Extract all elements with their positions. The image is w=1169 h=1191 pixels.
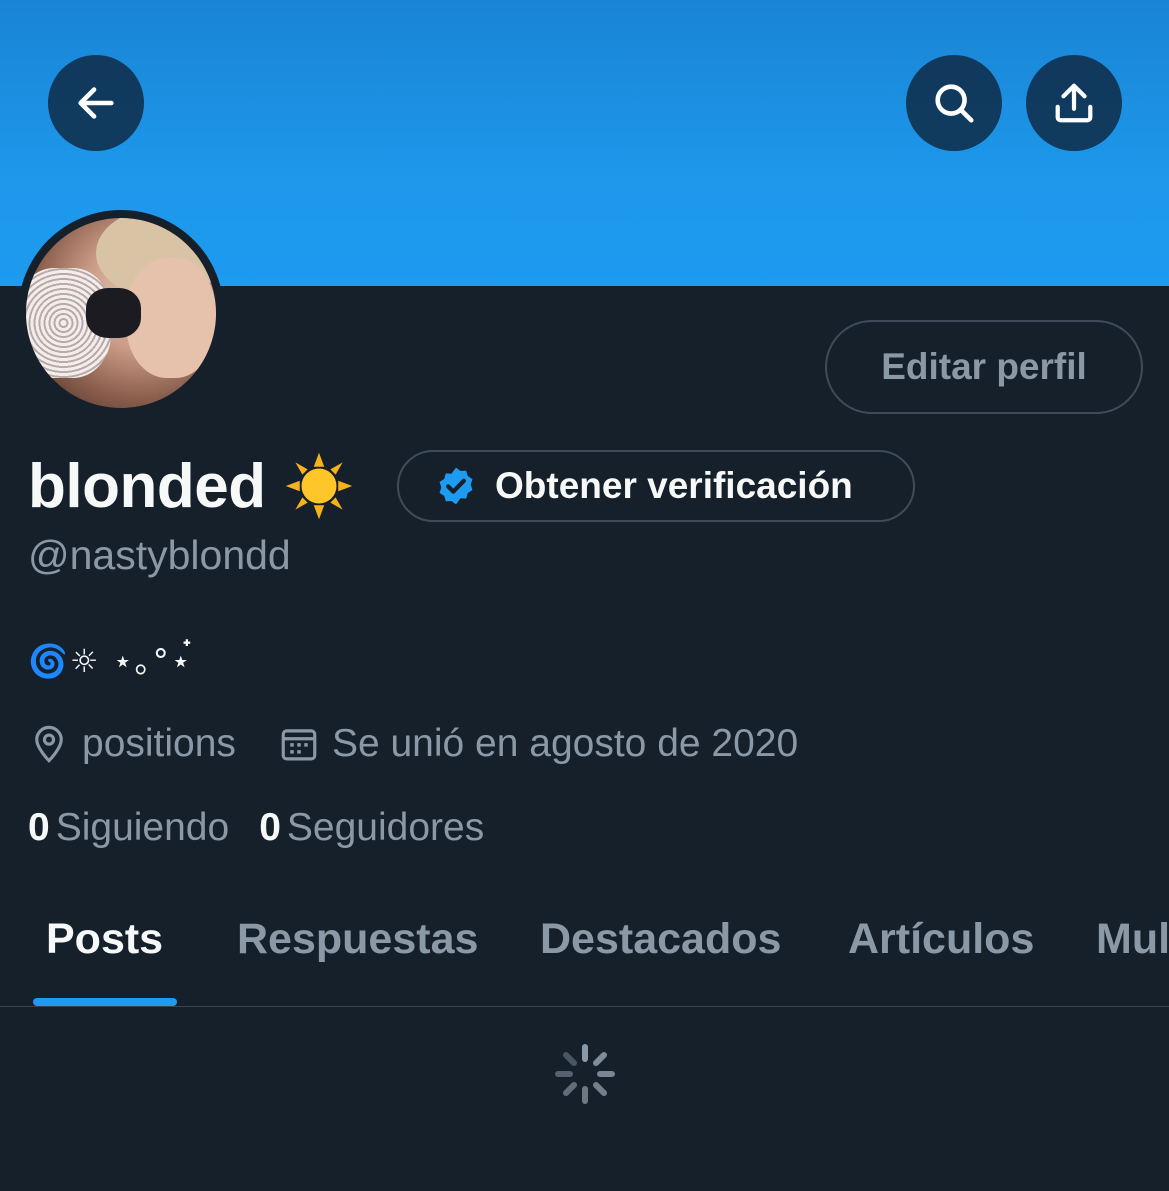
get-verified-button[interactable]: Obtener verificación (397, 450, 915, 522)
following-count: 0 (28, 806, 50, 849)
joined-item: Se unió en agosto de 2020 (278, 722, 798, 766)
sun-icon (285, 452, 352, 520)
tab-respuestas[interactable]: Respuestas (237, 915, 478, 964)
tab-articulos[interactable]: Artículos (848, 915, 1034, 964)
profile-tabs: Posts Respuestas Destacados Artículos Mu… (0, 895, 1169, 1007)
profile-bio: 🌀☼ ⋆｡°⋆๋ (28, 642, 195, 680)
profile-meta: positions Se unió en agosto de 2020 (28, 718, 798, 770)
tab-destacados[interactable]: Destacados (540, 915, 781, 964)
verified-badge-icon (439, 467, 473, 505)
get-verified-label: Obtener verificación (495, 465, 853, 506)
avatar[interactable] (18, 210, 224, 416)
display-name-row: blonded (28, 448, 354, 524)
active-tab-indicator (33, 998, 177, 1006)
following-label: Siguiendo (55, 806, 230, 849)
followers-link[interactable]: 0 Seguidores (259, 806, 484, 850)
location-text: positions (82, 722, 236, 765)
joined-text: Se unió en agosto de 2020 (331, 722, 799, 765)
search-icon (935, 84, 974, 123)
username-handle: @nastyblondd (28, 532, 291, 578)
avatar-photo (26, 218, 216, 408)
display-name: blonded (28, 451, 266, 521)
calendar-icon (281, 729, 317, 761)
followers-count: 0 (259, 806, 281, 849)
back-button[interactable] (48, 55, 144, 151)
share-upload-icon (1055, 83, 1093, 123)
location-item: positions (28, 722, 236, 766)
tab-multimedia[interactable]: Mul (1096, 915, 1169, 964)
search-button[interactable] (906, 55, 1002, 151)
share-button[interactable] (1026, 55, 1122, 151)
tab-posts[interactable]: Posts (46, 915, 163, 964)
follow-stats: 0 Siguiendo 0 Seguidores (28, 802, 484, 854)
followers-label: Seguidores (286, 806, 485, 849)
edit-profile-button[interactable]: Editar perfil (825, 320, 1143, 414)
arrow-left-icon (78, 87, 114, 119)
loading-spinner-icon (555, 1044, 615, 1104)
location-pin-icon (35, 725, 63, 763)
following-link[interactable]: 0 Siguiendo (28, 806, 229, 850)
